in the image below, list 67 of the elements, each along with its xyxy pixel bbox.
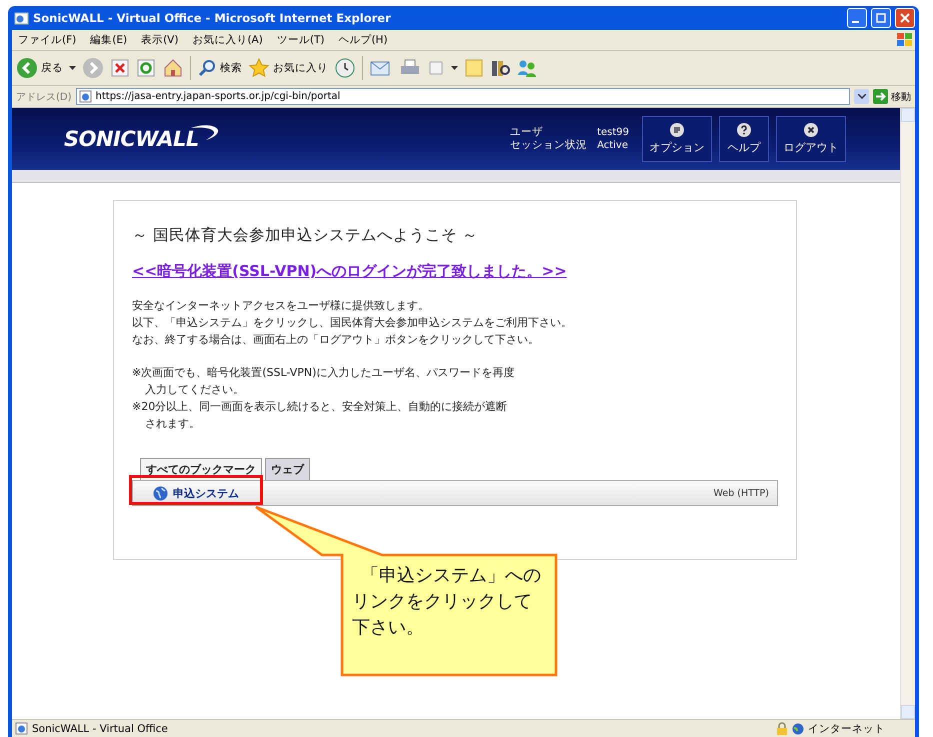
- options-button[interactable]: オプション: [642, 116, 712, 162]
- page-icon: [78, 90, 92, 103]
- zone-text: インターネット: [808, 722, 885, 736]
- minimize-button[interactable]: [847, 8, 867, 28]
- menu-item[interactable]: ヘルプ(H): [338, 33, 388, 47]
- note-text: 入力してください。: [144, 382, 245, 398]
- callout-text: 「申込システム」へのリンクをクリックして下さい。: [352, 564, 542, 640]
- maximize-icon: [876, 13, 886, 23]
- welcome-heading: ～ 国民体育大会参加申込システムへようこそ ～: [132, 225, 479, 246]
- chevron-icon: [858, 94, 866, 99]
- back-icon: [16, 57, 38, 79]
- browser-icon: [14, 10, 29, 26]
- help-icon: [737, 123, 751, 137]
- status-text: SonicWALL - Virtual Office: [32, 722, 168, 734]
- people-icon[interactable]: [516, 58, 538, 78]
- note-text: ※次画面でも、暗号化装置(SSL-VPN)に入力したユーザ名、パスワードを再度: [132, 365, 516, 381]
- menu-item[interactable]: ファイル(F): [18, 33, 76, 47]
- intro-text: 安全なインターネットアクセスをユーザ様に提供致します。: [132, 298, 430, 314]
- dropdown-button[interactable]: [854, 89, 869, 104]
- bookmark-link[interactable]: 申込システム: [153, 486, 239, 500]
- maximize-button[interactable]: [871, 8, 891, 28]
- windows-logo-icon: [895, 32, 915, 48]
- user-label: ユーザ: [510, 126, 544, 139]
- bookmark-tab[interactable]: ウェブ: [265, 458, 310, 480]
- login-link[interactable]: <<暗号化装置(SSL-VPN)へのログインが完了致しました。>>: [132, 262, 778, 281]
- dropdown-arrow-icon[interactable]: [69, 66, 76, 70]
- help-button[interactable]: ヘルプ: [719, 116, 769, 162]
- refresh-icon[interactable]: [136, 58, 156, 78]
- menu-item[interactable]: 表示(V): [141, 33, 178, 47]
- go-button[interactable]: 移動: [873, 89, 911, 104]
- star-icon: [248, 57, 270, 79]
- close-icon: [900, 13, 910, 23]
- options-icon: [670, 123, 684, 137]
- address-field[interactable]: https://jasa-entry.japan-sports.or.jp/cgi-bin/portal: [76, 88, 850, 105]
- intro-text: なお、終了する場合は、画面右上の「ログアウト」ボタンをクリックして下さい。: [132, 332, 540, 348]
- note-text: されます。: [144, 416, 201, 432]
- logo: SONICWALL: [64, 127, 199, 151]
- menu-item[interactable]: ツール(T): [276, 33, 324, 47]
- logout-button[interactable]: ログアウト: [776, 116, 846, 162]
- books-icon[interactable]: [490, 58, 510, 78]
- minimize-icon: [852, 20, 859, 22]
- history-icon[interactable]: [334, 57, 356, 79]
- dropdown-arrow-icon[interactable]: [451, 66, 458, 70]
- close-icon: [804, 123, 818, 137]
- window-title: SonicWALL - Virtual Office - Microsoft Internet Explorer: [33, 11, 392, 25]
- lock-icon: [776, 722, 788, 735]
- stop-icon[interactable]: [110, 58, 130, 78]
- back-button[interactable]: 戻る: [16, 57, 63, 79]
- note-text: ※20分以上、同一画面を表示し続けると、安全対策上、自動的に接続が遮断: [132, 399, 508, 415]
- menu-item[interactable]: お気に入り(A): [192, 33, 263, 47]
- globe-icon: [153, 486, 168, 500]
- search-button[interactable]: 検索: [197, 58, 242, 78]
- globe-icon: [792, 722, 804, 734]
- session-label: セッション状況: [510, 139, 588, 152]
- bookmark-type: Web (HTTP): [714, 488, 769, 498]
- close-button[interactable]: [895, 8, 915, 28]
- page-icon: [15, 722, 28, 735]
- address-label: アドレス(D): [16, 90, 72, 104]
- search-icon: [197, 58, 217, 78]
- favorites-button[interactable]: お気に入り: [248, 57, 328, 79]
- session-status: Active: [597, 139, 629, 152]
- scrollbar[interactable]: [900, 108, 915, 719]
- menu-item[interactable]: 編集(E): [90, 33, 128, 47]
- intro-text: 以下、「申込システム」をクリックし、国民体育大会参加申込システムをご利用下さい。: [132, 315, 573, 331]
- home-icon[interactable]: [162, 57, 184, 79]
- user-name: test99: [597, 126, 629, 139]
- arrow-icon: [873, 89, 888, 104]
